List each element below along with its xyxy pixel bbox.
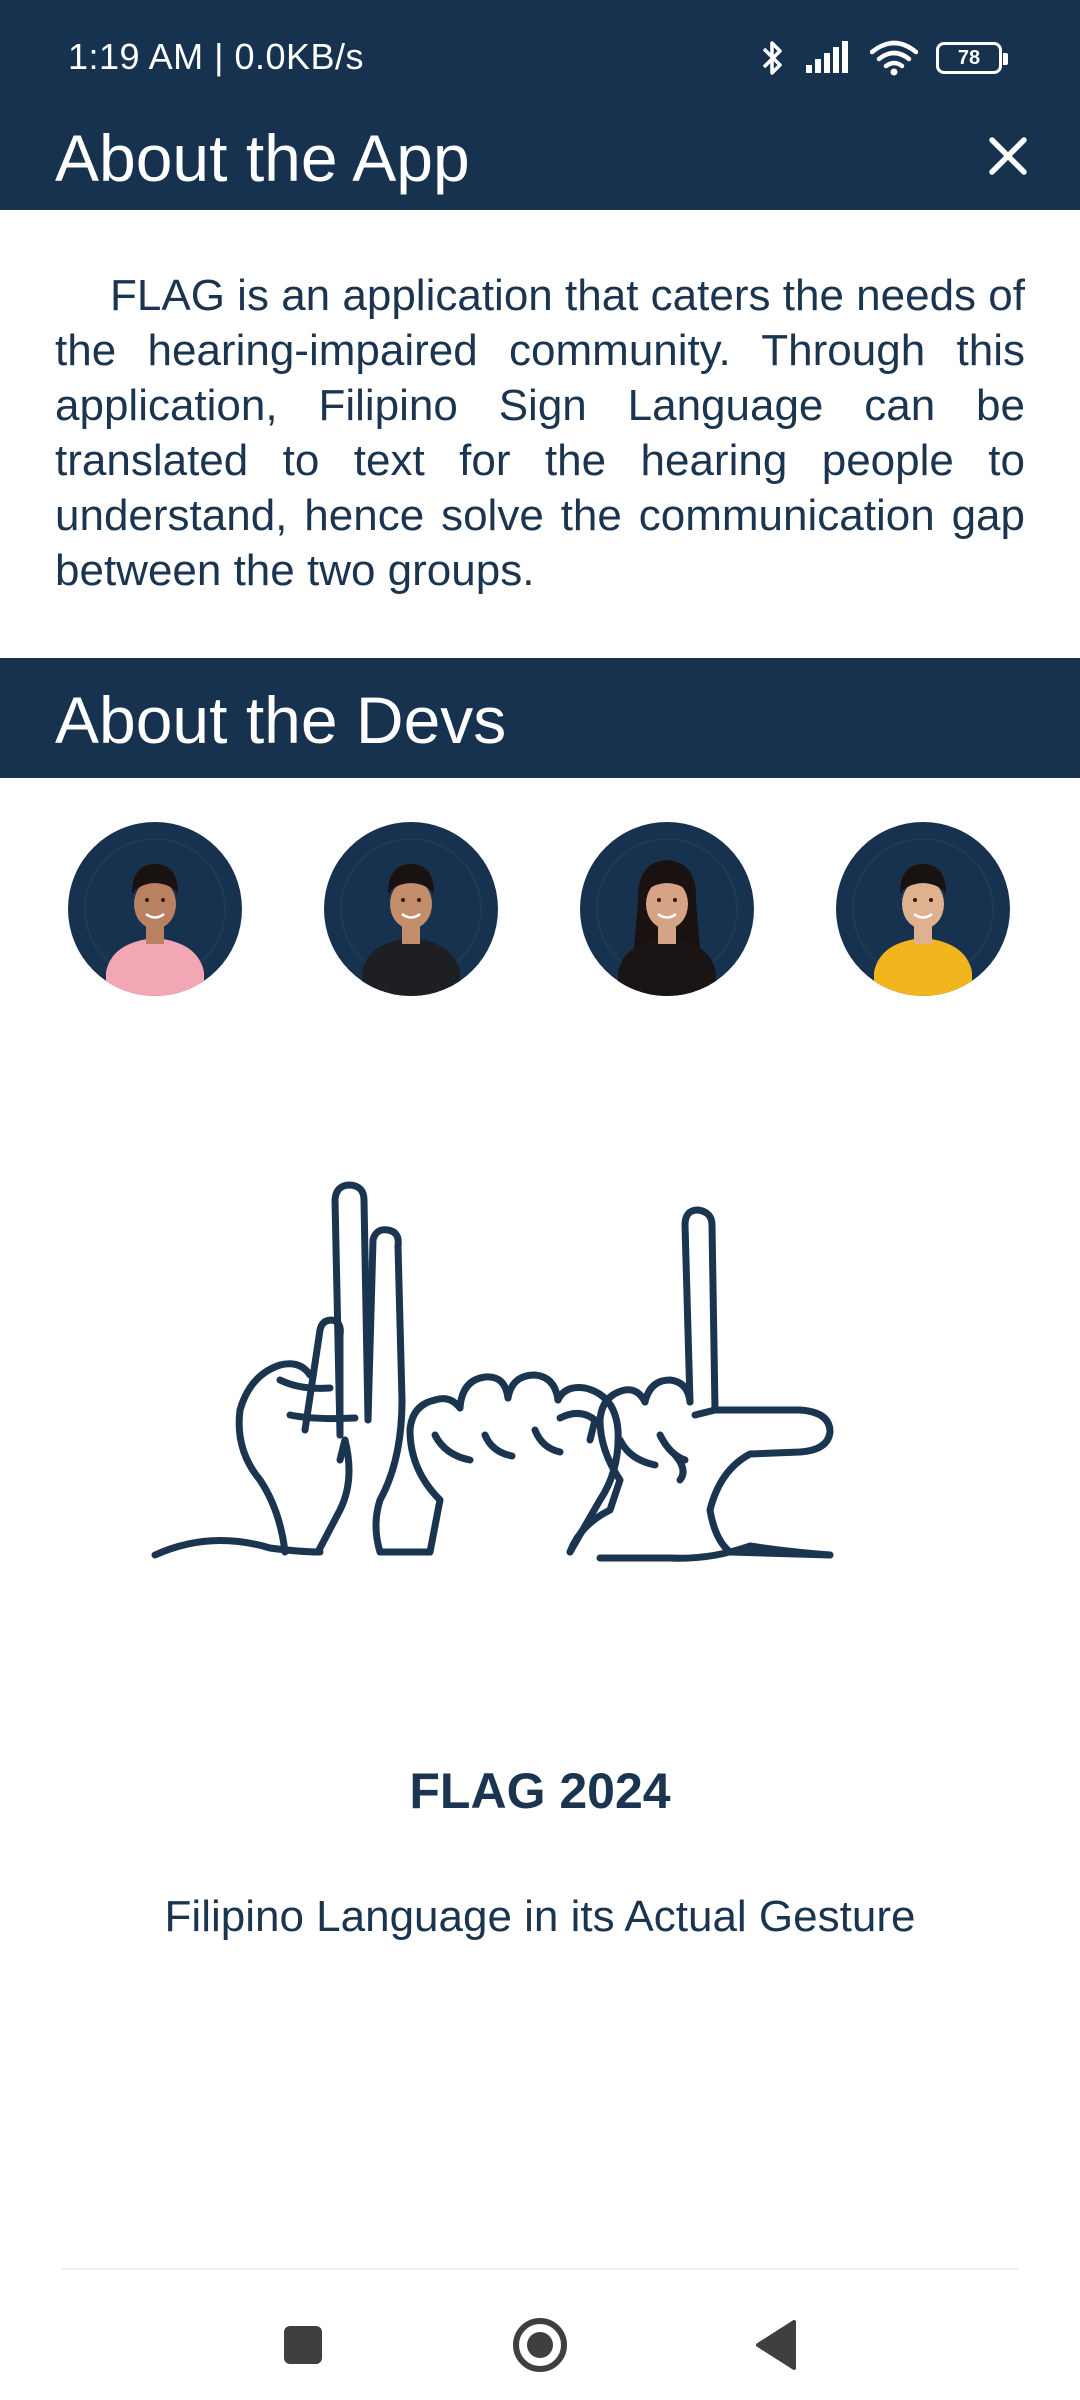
footer-title: FLAG 2024 bbox=[409, 1763, 671, 1819]
signal-icon bbox=[804, 41, 852, 75]
battery-icon: 78 bbox=[936, 42, 1008, 74]
status-time: 1:19 AM | 0.0KB/s bbox=[68, 36, 365, 77]
close-button[interactable] bbox=[978, 126, 1038, 186]
devs-header: About the Devs bbox=[0, 658, 1080, 778]
dev-photo bbox=[84, 838, 226, 996]
recent-apps-button[interactable] bbox=[268, 2310, 338, 2380]
app-header: About the App bbox=[0, 118, 1080, 210]
home-button[interactable] bbox=[505, 2310, 575, 2380]
status-bar: 1:19 AM | 0.0KB/s 78 bbox=[0, 0, 1080, 118]
dev-avatar bbox=[580, 822, 754, 996]
system-nav-bar bbox=[0, 2270, 1080, 2400]
recent-apps-icon bbox=[284, 2326, 322, 2364]
dev-photo bbox=[340, 838, 482, 996]
devs-title: About the Devs bbox=[55, 683, 507, 757]
dev-avatar bbox=[836, 822, 1010, 996]
status-icons: 78 bbox=[760, 34, 1008, 82]
flag-hand-signs-logo bbox=[151, 1181, 834, 1562]
bluetooth-icon bbox=[760, 38, 786, 78]
dev-avatar bbox=[68, 822, 242, 996]
about-description: FLAG is an application that caters the n… bbox=[55, 268, 1025, 598]
wifi-icon bbox=[870, 40, 918, 76]
footer-subtitle: Filipino Language in its Actual Gesture bbox=[164, 1892, 916, 1941]
dev-photo bbox=[596, 838, 738, 996]
home-icon bbox=[513, 2318, 567, 2372]
about-text: FLAG is an application that caters the n… bbox=[55, 271, 1025, 595]
dev-photo bbox=[852, 838, 994, 996]
page-title: About the App bbox=[55, 121, 470, 195]
back-button[interactable] bbox=[742, 2310, 812, 2380]
back-icon bbox=[756, 2320, 796, 2370]
close-icon bbox=[989, 137, 1027, 175]
dev-avatar bbox=[324, 822, 498, 996]
